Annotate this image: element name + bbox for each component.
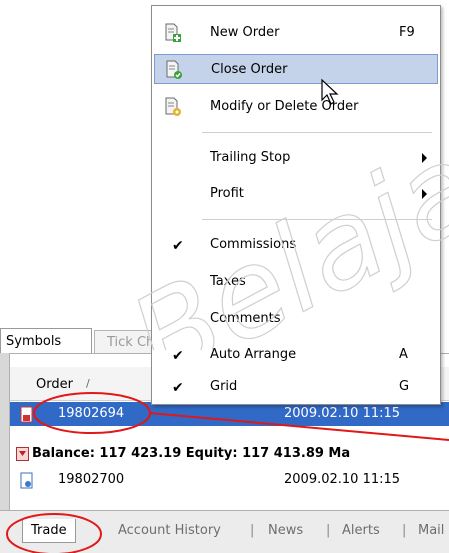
mouse-cursor-icon (321, 78, 339, 105)
menu-item-comments[interactable]: Comments (154, 304, 438, 334)
row-spacer (10, 427, 449, 441)
document-edit-icon (164, 97, 182, 117)
checkmark-icon: ✔ (172, 380, 184, 396)
document-plus-icon (164, 23, 182, 43)
menu-separator (202, 132, 432, 133)
submenu-arrow-icon (422, 189, 427, 199)
menu-item-label: New Order (210, 25, 280, 40)
menu-item-shortcut: G (399, 379, 410, 394)
order-time: 2009.02.10 11:15 (284, 406, 401, 421)
tab-alerts[interactable]: Alerts (342, 523, 380, 538)
context-menu: New Order F9 Close Order Modify or Delet… (151, 5, 441, 405)
table-row[interactable]: 19802700 2009.02.10 11:15 (10, 468, 449, 492)
balance-row: Balance: 117 423.19 Equity: 117 413.89 M… (10, 442, 449, 466)
menu-item-taxes[interactable]: Taxes (154, 267, 438, 297)
tab-news[interactable]: News (268, 523, 303, 538)
order-number: 19802700 (58, 472, 125, 487)
menu-item-label: Comments (210, 311, 281, 326)
menu-item-close-order[interactable]: Close Order (154, 54, 438, 84)
order-icon (20, 472, 34, 489)
menu-item-grid[interactable]: ✔ Grid G (154, 372, 438, 402)
menu-item-label: Grid (210, 379, 238, 394)
table-row[interactable]: 19802694 2009.02.10 11:15 (10, 402, 449, 426)
tab-account-history[interactable]: Account History (118, 523, 221, 538)
tab-mailbox[interactable]: Mail (418, 523, 444, 538)
checkmark-icon: ✔ (172, 238, 184, 254)
menu-item-auto-arrange[interactable]: ✔ Auto Arrange A (154, 340, 438, 370)
menu-item-label: Taxes (210, 274, 246, 289)
submenu-arrow-icon (422, 153, 427, 163)
tab-trade[interactable]: Trade (22, 519, 76, 543)
balance-summary: Balance: 117 423.19 Equity: 117 413.89 M… (32, 446, 351, 461)
menu-item-label: Close Order (211, 62, 288, 77)
checkmark-icon: ✔ (172, 348, 184, 364)
menu-item-label: Profit (210, 186, 244, 201)
menu-item-modify-delete-order[interactable]: Modify or Delete Order (154, 92, 438, 122)
menu-item-shortcut: A (399, 347, 408, 362)
order-time: 2009.02.10 11:15 (284, 472, 401, 487)
tab-separator: | (250, 523, 255, 538)
order-icon (20, 406, 34, 423)
menu-item-label: Commissions (210, 237, 297, 252)
menu-item-label: Trailing Stop (210, 150, 291, 165)
menu-separator (202, 219, 432, 220)
order-number: 19802694 (58, 406, 125, 421)
menu-item-label: Auto Arrange (210, 347, 297, 362)
tab-separator: | (326, 523, 331, 538)
menu-item-shortcut: F9 (399, 25, 415, 40)
menu-item-profit[interactable]: Profit (154, 179, 438, 209)
menu-item-new-order[interactable]: New Order F9 (154, 18, 438, 48)
column-header-order[interactable]: Order (36, 377, 73, 392)
tab-symbols[interactable]: Symbols (0, 328, 92, 353)
menu-item-commissions[interactable]: ✔ Commissions (154, 230, 438, 260)
balance-icon (16, 447, 29, 461)
menu-item-trailing-stop[interactable]: Trailing Stop (154, 143, 438, 173)
sort-indicator: / (86, 377, 90, 390)
document-close-icon (165, 60, 183, 80)
tab-separator: | (402, 523, 407, 538)
terminal-tabs: Trade Account History | News | Alerts | … (0, 510, 449, 553)
